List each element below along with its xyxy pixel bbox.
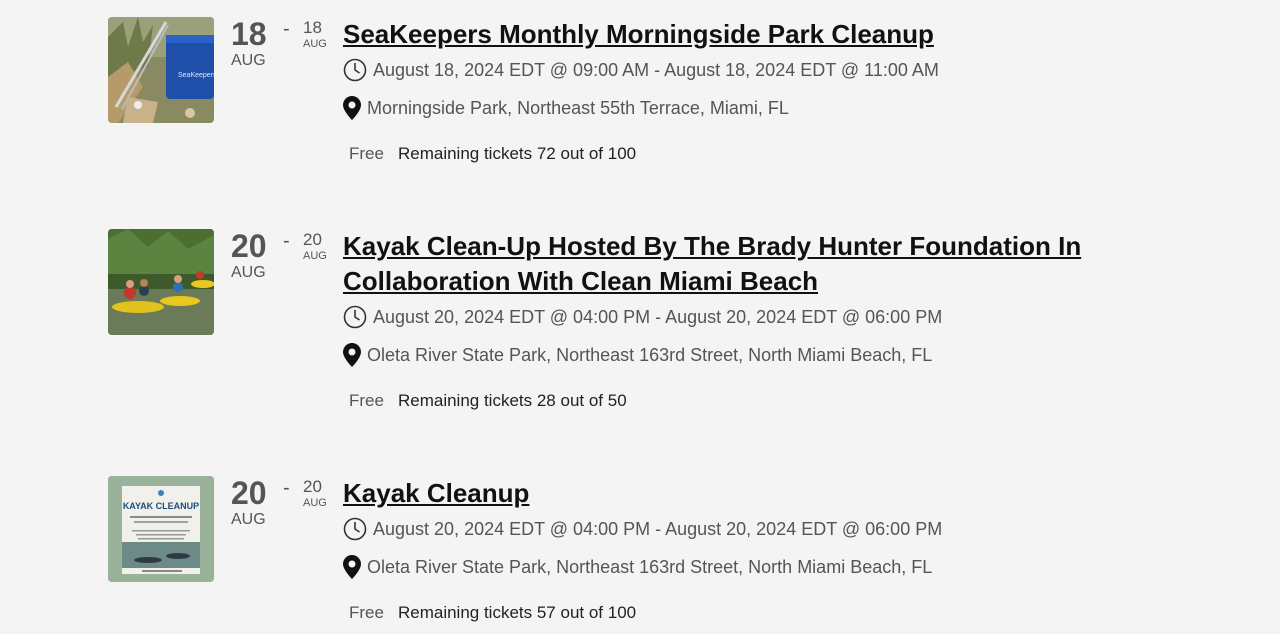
event-title-link[interactable]: Kayak Clean-Up Hosted By The Brady Hunte… (343, 229, 1143, 299)
event-location: Oleta River State Park, Northeast 163rd … (343, 554, 932, 580)
event-thumbnail[interactable] (108, 229, 214, 335)
event-datetime-text: August 20, 2024 EDT @ 04:00 PM - August … (373, 518, 943, 539)
clock-icon (343, 58, 367, 82)
event-datetime: August 20, 2024 EDT @ 04:00 PM - August … (343, 304, 942, 330)
end-day: 18 (303, 18, 322, 37)
end-day: 20 (303, 230, 322, 249)
event-datetime-text: August 20, 2024 EDT @ 04:00 PM - August … (373, 306, 943, 327)
svg-text:SeaKeepers: SeaKeepers (178, 72, 214, 79)
map-pin-icon (343, 555, 361, 579)
poster-heading: KAYAK CLEANUP (123, 501, 199, 511)
end-month: AUG (303, 250, 327, 262)
ticket-info: Free Remaining tickets 57 out of 100 (349, 603, 636, 623)
remaining-tickets: Remaining tickets 72 out of 100 (397, 144, 637, 163)
ticket-price: Free (349, 144, 384, 163)
event-location: Morningside Park, Northeast 55th Terrace… (343, 95, 789, 121)
event-location-text: Morningside Park, Northeast 55th Terrace… (367, 97, 789, 118)
start-day: 20 (231, 475, 267, 511)
end-month: AUG (303, 38, 327, 50)
event-datetime: August 20, 2024 EDT @ 04:00 PM - August … (343, 516, 942, 542)
clock-icon (343, 517, 367, 541)
event-list: SeaKeepers 18 AUG - 18 AUG SeaKeepers Mo… (0, 0, 1280, 634)
clock-icon (343, 305, 367, 329)
start-month: AUG (231, 511, 266, 528)
event-datetime-text: August 18, 2024 EDT @ 09:00 AM - August … (373, 59, 939, 80)
event-location-text: Oleta River State Park, Northeast 163rd … (367, 556, 933, 577)
date-separator: - (283, 18, 290, 40)
event-datetime: August 18, 2024 EDT @ 09:00 AM - August … (343, 57, 939, 83)
ticket-price: Free (349, 391, 384, 410)
event-title-link[interactable]: Kayak Cleanup (343, 476, 1143, 511)
start-month: AUG (231, 264, 266, 281)
map-pin-icon (343, 96, 361, 120)
park-cleanup-photo: SeaKeepers (108, 17, 214, 123)
remaining-tickets: Remaining tickets 57 out of 100 (397, 603, 637, 622)
end-month: AUG (303, 497, 327, 509)
kayak-cleanup-poster: KAYAK CLEANUP (108, 476, 214, 582)
event-location-text: Oleta River State Park, Northeast 163rd … (367, 344, 933, 365)
kayak-photo (108, 229, 214, 335)
event-title-link[interactable]: SeaKeepers Monthly Morningside Park Clea… (343, 17, 1143, 52)
remaining-tickets: Remaining tickets 28 out of 50 (397, 391, 627, 410)
start-month: AUG (231, 52, 266, 69)
ticket-price: Free (349, 603, 384, 622)
date-separator: - (283, 230, 290, 252)
map-pin-icon (343, 343, 361, 367)
start-day: 18 (231, 16, 267, 52)
event-location: Oleta River State Park, Northeast 163rd … (343, 342, 932, 368)
ticket-info: Free Remaining tickets 28 out of 50 (349, 391, 627, 411)
end-day: 20 (303, 477, 322, 496)
start-day: 20 (231, 228, 267, 264)
ticket-info: Free Remaining tickets 72 out of 100 (349, 144, 636, 164)
date-separator: - (283, 477, 290, 499)
event-thumbnail[interactable]: SeaKeepers (108, 17, 214, 123)
event-thumbnail[interactable]: KAYAK CLEANUP (108, 476, 214, 582)
